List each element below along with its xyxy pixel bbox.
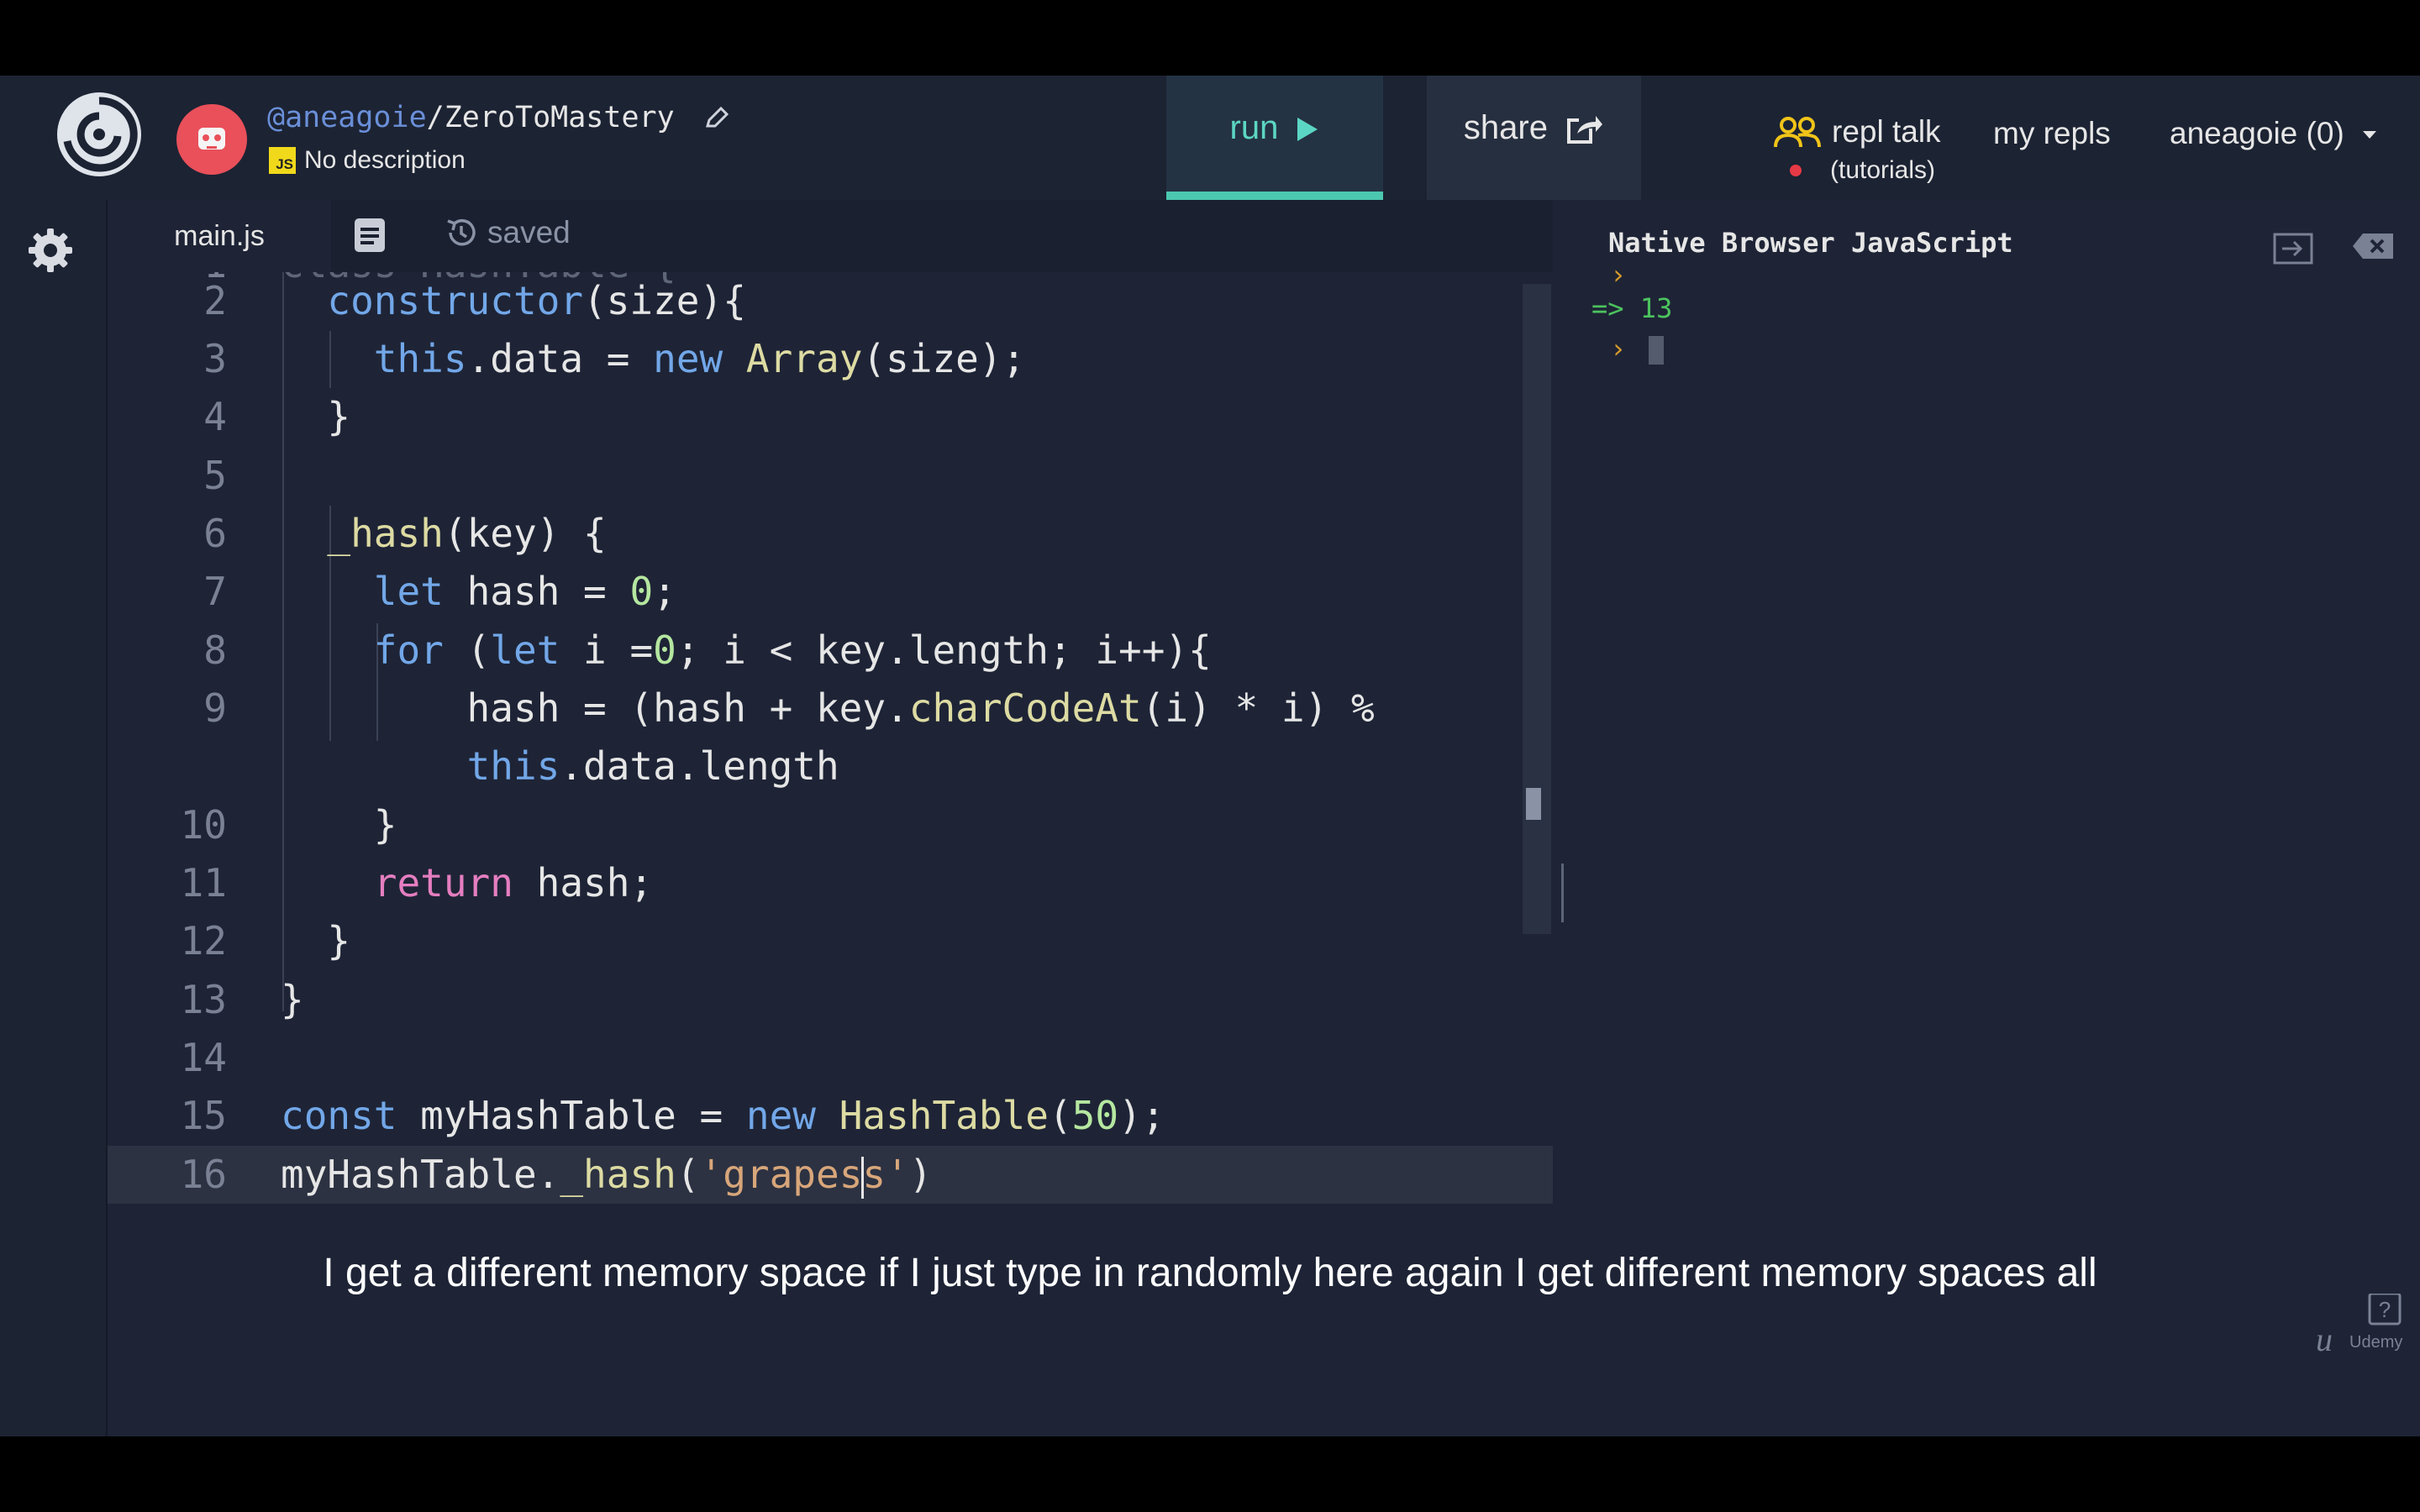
console-prompt: › [1610,259,1627,291]
gear-icon[interactable] [27,227,74,274]
console-result: => 13 [1591,292,1673,324]
run-active-indicator [1166,192,1383,200]
line-number: 9 [203,685,227,731]
console-input-prompt: › [1610,333,1627,365]
code-line: 6 _hash(key) { [108,505,1553,563]
share-label: share [1463,109,1548,146]
code-text: } [281,802,397,848]
code-line: 11 return hash; [108,854,1553,912]
repl-app: @aneagoie/ZeroToMastery JS No descriptio… [0,76,2420,1436]
code-text: this.data = new Array(size); [373,336,1026,381]
line-number: 8 [203,627,227,673]
code-line: 10 } [108,796,1553,854]
code-text: _hash(key) { [327,511,607,556]
code-text: const myHashTable = new HashTable(50); [281,1093,1165,1138]
share-button[interactable]: share [1427,76,1641,200]
run-label: run [1229,109,1279,146]
code-line: 7 let hash = 0; [108,563,1553,621]
tutorials-label: (tutorials) [1830,156,1936,184]
pencil-icon[interactable] [704,106,729,131]
line-number: 11 [180,860,227,906]
tab-main-js[interactable]: main.js [108,200,331,272]
repl-talk-label: repl talk [1832,114,1941,149]
run-button[interactable]: run [1166,76,1383,200]
code-text: this.data.length [466,743,839,789]
code-line: 8 for (let i =0; i < key.length; i++){ [108,622,1553,680]
clear-console-icon[interactable] [2351,232,2395,260]
code-text: myHashTable._hash('grapess') [281,1152,933,1199]
splitter-handle[interactable] [1561,864,1564,922]
tutorials-link[interactable]: (tutorials) [1790,156,1935,185]
history-icon [447,218,476,246]
console-toolbar [2272,232,2395,265]
line-number: 5 [203,453,227,498]
expand-icon[interactable] [2272,232,2314,265]
editor-tabs: main.js saved [108,200,1553,272]
code-text: } [281,977,304,1022]
line-number: 12 [180,918,227,963]
editor-scrollbar[interactable] [1523,284,1551,934]
console-input-cursor[interactable] [1649,336,1664,365]
repl-owner-link[interactable]: @aneagoie [267,101,427,134]
line-number: 2 [203,278,227,323]
code-line: 13} [108,971,1553,1029]
code-line: 3 this.data = new Array(size); [108,330,1553,388]
code-line: 14 [108,1029,1553,1087]
save-status: saved [444,215,571,250]
code-text: return hash; [373,860,654,906]
code-text: let hash = 0; [373,569,676,614]
play-icon [1297,118,1318,142]
code-line: 2 constructor(size){ [108,272,1553,330]
users-icon [1774,117,1821,148]
user-menu[interactable]: aneagoie (0) [2170,116,2378,151]
video-subtitle: I get a different memory space if I just… [323,1251,2097,1295]
code-text: } [281,918,351,963]
code-text: } [281,394,351,439]
description-text: No description [304,146,466,174]
share-icon [1567,116,1603,144]
javascript-language-icon: JS [269,147,296,174]
repl-name[interactable]: ZeroToMastery [445,101,675,134]
robot-icon [198,128,225,150]
code-text: constructor(size){ [327,278,746,323]
replit-logo[interactable] [54,89,145,180]
scrollbar-thumb[interactable] [1526,788,1541,820]
user-menu-label: aneagoie (0) [2170,116,2344,150]
line-number: 14 [180,1035,227,1080]
code-line: 5 [108,447,1553,505]
top-bar: @aneagoie/ZeroToMastery JS No descriptio… [0,76,2420,200]
line-number: 3 [203,336,227,381]
repl-title: @aneagoie/ZeroToMastery [267,101,729,134]
code-line: 4 } [108,388,1553,446]
saved-label: saved [487,215,571,249]
text-cursor [861,1156,865,1199]
line-number: 13 [180,977,227,1022]
line-number: 7 [203,569,227,614]
avatar[interactable] [176,104,247,175]
repl-description[interactable]: JS No description [269,146,466,175]
code-line: 15 const myHashTable = new HashTable(50); [108,1087,1553,1145]
svg-text:u: u [2316,1320,2333,1354]
svg-text:Udemy: Udemy [2349,1333,2402,1352]
chevron-down-icon [2363,131,2377,139]
svg-text:?: ? [2379,1297,2391,1322]
file-icon[interactable] [353,217,387,254]
udemy-watermark: ? u Udemy [2316,1294,2402,1354]
notification-dot [1790,165,1802,176]
code-text: hash = (hash + key.charCodeAt(i) * i) % [281,685,1375,731]
code-line: 9 hash = (hash + key.charCodeAt(i) * i) … [108,680,1553,738]
code-line-active: 16 myHashTable._hash('grapess') [108,1146,1553,1204]
line-number: 6 [203,511,227,556]
path-separator: / [426,101,445,134]
line-number: 16 [180,1152,227,1197]
line-number: 10 [180,802,227,848]
console-title: Native Browser JavaScript [1608,227,2013,259]
line-number: 15 [180,1093,227,1138]
repl-talk-link[interactable]: repl talk [1773,114,1941,150]
line-number: 4 [203,394,227,439]
code-line-wrap: this.data.length [108,738,1553,795]
my-repls-link[interactable]: my repls [1993,116,2111,151]
code-text: for (let i =0; i < key.length; i++){ [373,627,1212,673]
code-line: 12 } [108,912,1553,970]
